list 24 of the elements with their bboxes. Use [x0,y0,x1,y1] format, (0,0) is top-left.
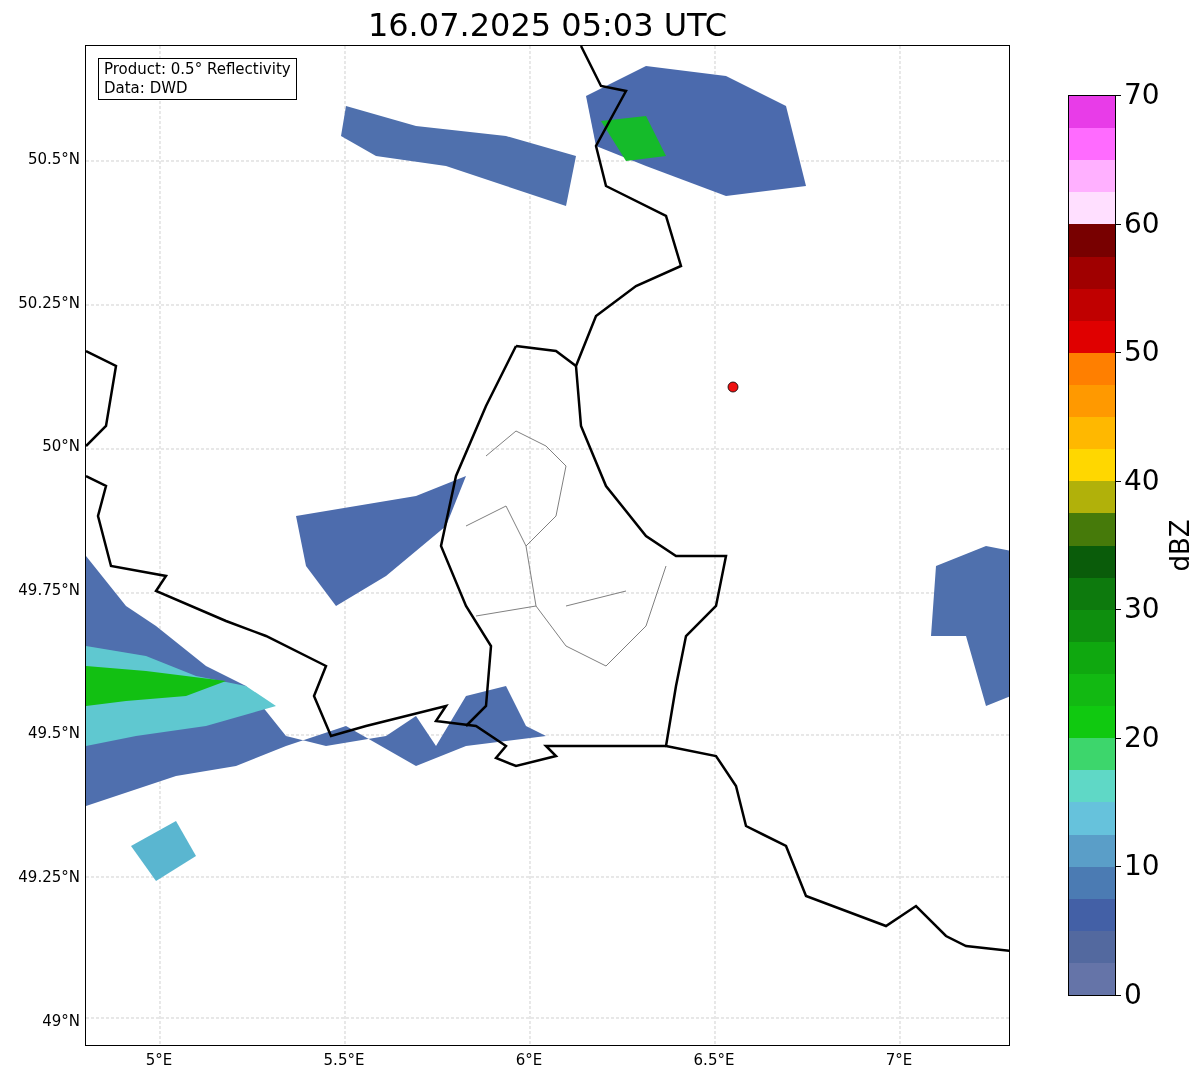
latitude-label: 50°N [42,439,80,455]
longitude-label: 7°E [885,1053,913,1068]
colorbar-tick-label: 0 [1124,981,1142,1009]
longitude-label: 5.5°E [323,1053,365,1068]
colorbar-tick-label: 60 [1124,209,1160,238]
longitude-label: 6°E [515,1053,543,1068]
latitude-label: 49°N [42,1013,80,1029]
latitude-label: 50.25°N [18,295,80,311]
longitude-label: 6.5°E [693,1053,735,1068]
colorbar-label: dBZ [1163,519,1196,572]
colorbar-tick-label: 10 [1124,852,1160,881]
colorbar-tick-label: 40 [1124,466,1160,495]
colorbar-tick-label: 50 [1124,338,1160,367]
colorbar-tick-label: 70 [1124,81,1160,109]
longitude-label: 5°E [145,1053,173,1068]
latitude-label: 49.25°N [18,870,80,885]
colorbar-tick-label: 20 [1124,723,1160,752]
annotation-line: Product: 0.5° Reflectivity [104,60,291,79]
colorbar-tick-label: 30 [1124,595,1160,624]
latitude-label: 49.5°N [27,726,80,742]
latitude-label: 49.75°N [18,582,80,598]
chart-title: 16.07.2025 05:03 UTC [367,9,728,45]
latitude-label: 50.5°N [27,152,80,167]
annotation-line: Data: DWD [104,79,189,98]
